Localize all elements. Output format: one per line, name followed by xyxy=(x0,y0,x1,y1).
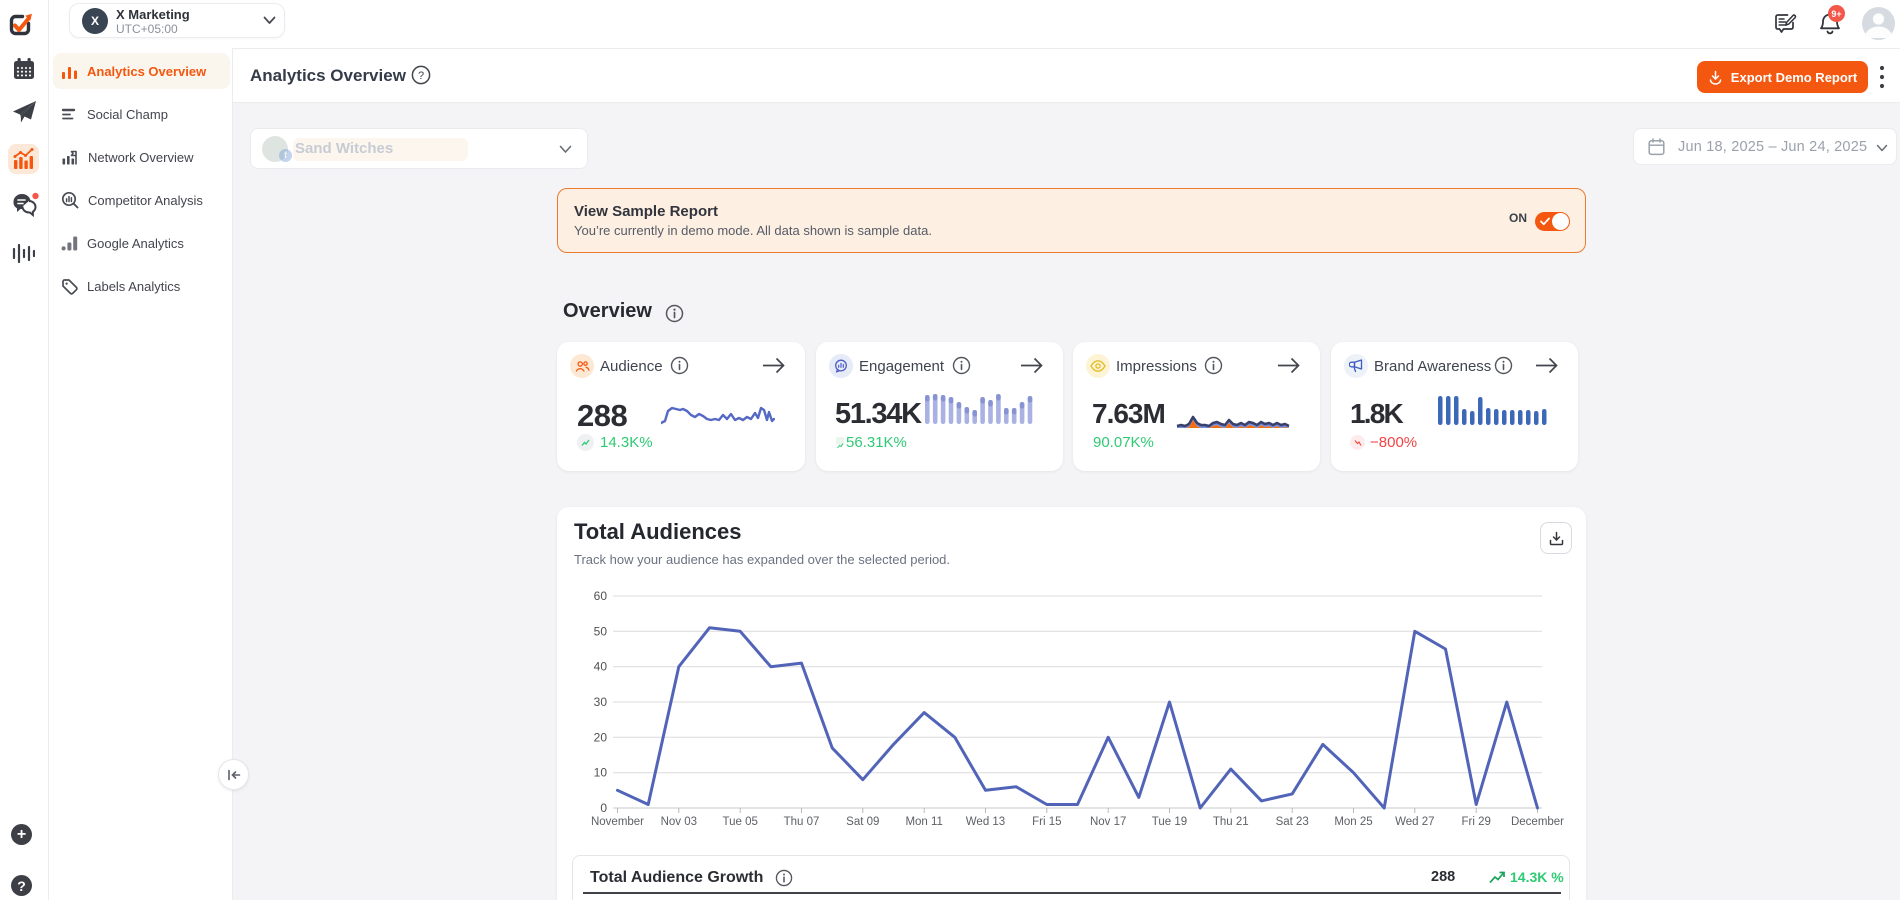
svg-text:60: 60 xyxy=(594,589,608,603)
svg-text:Thu 07: Thu 07 xyxy=(784,816,820,828)
svg-text:Mon 11: Mon 11 xyxy=(905,816,943,828)
svg-text:?: ? xyxy=(418,70,424,82)
svg-text:Tue 19: Tue 19 xyxy=(1152,816,1187,828)
svg-text:November: November xyxy=(591,816,644,828)
svg-text:Wed 27: Wed 27 xyxy=(1395,816,1434,828)
svg-text:Nov 17: Nov 17 xyxy=(1090,816,1126,828)
svg-text:Wed 13: Wed 13 xyxy=(966,816,1005,828)
svg-text:20: 20 xyxy=(594,730,608,744)
svg-text:Fri 29: Fri 29 xyxy=(1461,816,1490,828)
svg-text:Sat 23: Sat 23 xyxy=(1276,816,1309,828)
svg-text:December: December xyxy=(1511,816,1564,828)
svg-text:Sat 09: Sat 09 xyxy=(846,816,879,828)
svg-text:Nov 03: Nov 03 xyxy=(661,816,697,828)
svg-text:0: 0 xyxy=(600,801,607,815)
svg-text:50: 50 xyxy=(594,624,608,638)
svg-text:Mon 25: Mon 25 xyxy=(1334,816,1372,828)
svg-text:Fri 15: Fri 15 xyxy=(1032,816,1061,828)
svg-text:10: 10 xyxy=(594,766,608,780)
svg-text:30: 30 xyxy=(594,695,608,709)
svg-text:Tue 05: Tue 05 xyxy=(723,816,758,828)
svg-text:Thu 21: Thu 21 xyxy=(1213,816,1249,828)
svg-text:40: 40 xyxy=(594,660,608,674)
